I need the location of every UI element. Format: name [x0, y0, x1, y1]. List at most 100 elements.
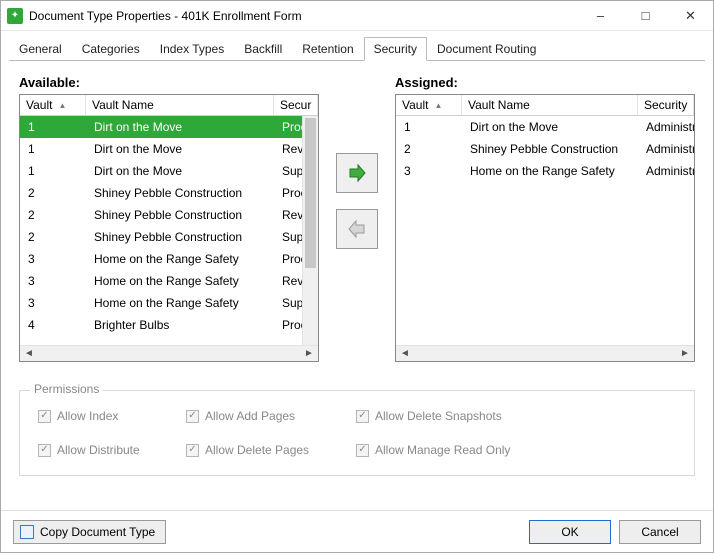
scroll-right-icon[interactable]: ►	[678, 348, 692, 359]
assigned-header[interactable]: Vault▲ Vault Name Security	[396, 95, 694, 116]
cell-vault: 1	[20, 142, 86, 156]
cell-vault-name: Home on the Range Safety	[462, 164, 638, 178]
cell-vault-name: Shiney Pebble Construction	[86, 208, 274, 222]
cell-vault-name: Shiney Pebble Construction	[86, 186, 274, 200]
cell-vault-name: Home on the Range Safety	[86, 296, 274, 310]
cell-vault: 2	[396, 142, 462, 156]
cell-vault-name: Shiney Pebble Construction	[462, 142, 638, 156]
cell-vault: 2	[20, 208, 86, 222]
col-header-security[interactable]: Secur	[274, 95, 318, 115]
cell-vault-name: Brighter Bulbs	[86, 318, 274, 332]
tab-general[interactable]: General	[9, 37, 72, 61]
col-header-vault[interactable]: Vault▲	[20, 95, 86, 115]
cell-vault: 2	[20, 186, 86, 200]
permissions-legend: Permissions	[30, 382, 103, 396]
sort-asc-icon: ▲	[58, 101, 66, 110]
assigned-horizontal-scrollbar[interactable]: ◄ ►	[396, 345, 694, 361]
scroll-right-icon[interactable]: ►	[302, 348, 316, 359]
table-row[interactable]: 1Dirt on the MoveSuperv	[20, 160, 318, 182]
perm-allow-index[interactable]: ✓Allow Index	[38, 409, 186, 423]
table-row[interactable]: 1Dirt on the MoveReview	[20, 138, 318, 160]
perm-allow-manage-read-only[interactable]: ✓Allow Manage Read Only	[356, 443, 576, 457]
dialog-footer: Copy Document Type OK Cancel	[1, 510, 713, 552]
tab-backfill[interactable]: Backfill	[234, 37, 292, 61]
cell-vault-name: Dirt on the Move	[86, 120, 274, 134]
cell-vault-name: Dirt on the Move	[86, 164, 274, 178]
cell-vault: 1	[20, 164, 86, 178]
copy-icon	[20, 525, 34, 539]
cell-vault-name: Shiney Pebble Construction	[86, 230, 274, 244]
table-row[interactable]: 4Brighter BulbsProces	[20, 314, 318, 336]
sort-asc-icon: ▲	[434, 101, 442, 110]
checkbox-icon: ✓	[356, 410, 369, 423]
checkbox-icon: ✓	[38, 410, 51, 423]
close-button[interactable]: ✕	[668, 1, 713, 30]
cancel-button[interactable]: Cancel	[619, 520, 701, 544]
cell-vault-name: Dirt on the Move	[462, 120, 638, 134]
cell-vault: 3	[20, 296, 86, 310]
table-row[interactable]: 1Dirt on the MoveProces	[20, 116, 318, 138]
col-header-vault-name[interactable]: Vault Name	[86, 95, 274, 115]
available-vertical-scrollbar[interactable]	[302, 116, 318, 345]
copy-document-type-button[interactable]: Copy Document Type	[13, 520, 166, 544]
checkbox-icon: ✓	[186, 444, 199, 457]
perm-allow-distribute[interactable]: ✓Allow Distribute	[38, 443, 186, 457]
assign-button[interactable]	[336, 153, 378, 193]
minimize-button[interactable]: –	[578, 1, 623, 30]
tab-document-routing[interactable]: Document Routing	[427, 37, 546, 61]
checkbox-icon: ✓	[356, 444, 369, 457]
cell-vault: 3	[20, 252, 86, 266]
table-row[interactable]: 2Shiney Pebble ConstructionSuperv	[20, 226, 318, 248]
maximize-button[interactable]: □	[623, 1, 668, 30]
perm-allow-delete-pages[interactable]: ✓Allow Delete Pages	[186, 443, 356, 457]
app-icon: ✦	[7, 8, 23, 24]
cell-vault-name: Home on the Range Safety	[86, 252, 274, 266]
table-row[interactable]: 3Home on the Range SafetySuperv	[20, 292, 318, 314]
perm-allow-add-pages[interactable]: ✓Allow Add Pages	[186, 409, 356, 423]
tab-security[interactable]: Security	[364, 37, 427, 61]
available-header[interactable]: Vault▲ Vault Name Secur	[20, 95, 318, 116]
cell-security: Administra	[638, 164, 694, 178]
cell-vault-name: Dirt on the Move	[86, 142, 274, 156]
checkbox-icon: ✓	[38, 444, 51, 457]
table-row[interactable]: 2Shiney Pebble ConstructionReview	[20, 204, 318, 226]
table-row[interactable]: 2Shiney Pebble ConstructionAdministra	[396, 138, 694, 160]
tab-strip: General Categories Index Types Backfill …	[1, 31, 713, 61]
table-row[interactable]: 2Shiney Pebble ConstructionProces	[20, 182, 318, 204]
col-header-vault[interactable]: Vault▲	[396, 95, 462, 115]
permissions-group: Permissions ✓Allow Index ✓Allow Add Page…	[19, 390, 695, 476]
tab-retention[interactable]: Retention	[292, 37, 363, 61]
assigned-list[interactable]: Vault▲ Vault Name Security 1Dirt on the …	[395, 94, 695, 362]
tab-categories[interactable]: Categories	[72, 37, 150, 61]
checkbox-icon: ✓	[186, 410, 199, 423]
table-row[interactable]: 3Home on the Range SafetyAdministra	[396, 160, 694, 182]
perm-allow-delete-snapshots[interactable]: ✓Allow Delete Snapshots	[356, 409, 576, 423]
cell-vault: 4	[20, 318, 86, 332]
cell-vault: 2	[20, 230, 86, 244]
cell-security: Administra	[638, 120, 694, 134]
table-row[interactable]: 3Home on the Range SafetyProces	[20, 248, 318, 270]
table-row[interactable]: 3Home on the Range SafetyReview	[20, 270, 318, 292]
titlebar: ✦ Document Type Properties - 401K Enroll…	[1, 1, 713, 31]
unassign-button[interactable]	[336, 209, 378, 249]
window-title: Document Type Properties - 401K Enrollme…	[29, 9, 578, 23]
available-horizontal-scrollbar[interactable]: ◄ ►	[20, 345, 318, 361]
col-header-vault-name[interactable]: Vault Name	[462, 95, 638, 115]
cell-vault: 1	[396, 120, 462, 134]
assigned-label: Assigned:	[395, 75, 695, 90]
cell-vault-name: Home on the Range Safety	[86, 274, 274, 288]
col-header-security[interactable]: Security	[638, 95, 694, 115]
scroll-left-icon[interactable]: ◄	[398, 348, 412, 359]
tab-index-types[interactable]: Index Types	[150, 37, 235, 61]
cell-vault: 1	[20, 120, 86, 134]
cell-vault: 3	[20, 274, 86, 288]
available-label: Available:	[19, 75, 319, 90]
cell-vault: 3	[396, 164, 462, 178]
ok-button[interactable]: OK	[529, 520, 611, 544]
available-list[interactable]: Vault▲ Vault Name Secur 1Dirt on the Mov…	[19, 94, 319, 362]
arrow-left-icon	[347, 219, 367, 239]
scroll-left-icon[interactable]: ◄	[22, 348, 36, 359]
dialog-window: ✦ Document Type Properties - 401K Enroll…	[0, 0, 714, 553]
table-row[interactable]: 1Dirt on the MoveAdministra	[396, 116, 694, 138]
cell-security: Administra	[638, 142, 694, 156]
